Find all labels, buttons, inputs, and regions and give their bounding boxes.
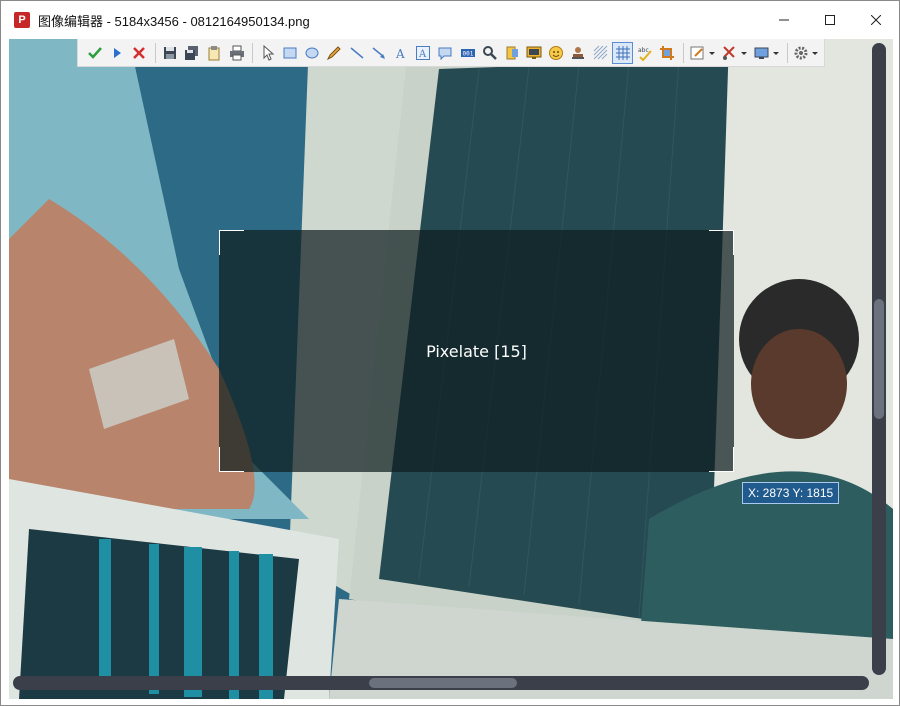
ellipse-tool[interactable] — [302, 42, 323, 64]
print-button[interactable] — [226, 42, 247, 64]
save-icon — [164, 46, 177, 59]
highlight-tool[interactable] — [501, 42, 522, 64]
horizontal-scrollbar[interactable] — [13, 676, 869, 690]
window-title: 图像编辑器 - 5184x3456 - 0812164950134.png — [38, 13, 310, 29]
save-button[interactable] — [160, 42, 181, 64]
minimize-button[interactable] — [761, 1, 807, 39]
print-icon — [229, 45, 244, 60]
pointer-tool[interactable] — [257, 42, 278, 64]
next-button[interactable] — [106, 42, 127, 64]
clipboard-button[interactable] — [204, 42, 225, 64]
textbox-tool[interactable]: A — [413, 42, 434, 64]
svg-text:A: A — [418, 49, 427, 60]
clipboard-icon — [208, 45, 220, 60]
pixelate-selection[interactable]: Pixelate [15] — [219, 230, 734, 472]
toolbar-separator — [154, 42, 156, 63]
blur-icon — [593, 45, 607, 59]
image-canvas[interactable]: A A 001 abc Pixelate [15] X: 2873 Y: 181… — [9, 39, 893, 699]
window-controls — [761, 1, 899, 39]
crop-icon — [660, 45, 675, 60]
selection-label: Pixelate [15] — [426, 341, 527, 361]
cancel-button[interactable] — [128, 42, 149, 64]
toolbar-separator — [682, 42, 684, 63]
text-tool[interactable]: A — [390, 42, 411, 64]
svg-text:001: 001 — [462, 50, 473, 57]
cancel-icon — [133, 46, 145, 59]
stamp-icon — [572, 46, 585, 59]
pencil-icon — [327, 45, 342, 60]
vertical-scrollbar[interactable] — [872, 43, 886, 675]
horizontal-scroll-thumb[interactable] — [369, 678, 517, 688]
tools-menu-icon — [722, 45, 747, 60]
speech-bubble-icon — [438, 47, 452, 60]
cursor-coordinates: X: 2873 Y: 1815 — [742, 482, 840, 504]
save-as-icon — [185, 45, 199, 60]
pixelate-icon — [615, 45, 630, 60]
stamp-tool[interactable] — [568, 42, 589, 64]
magnifier-tool[interactable] — [479, 42, 500, 64]
gear-icon — [794, 46, 819, 59]
emoji-icon — [549, 45, 564, 60]
rectangle-icon — [283, 47, 297, 58]
speech-bubble-tool[interactable] — [435, 42, 456, 64]
textbox-icon: A — [416, 45, 431, 60]
pixelate-tool[interactable] — [612, 41, 634, 64]
highlight-icon — [506, 46, 518, 59]
counter-tool[interactable]: 001 — [457, 42, 478, 64]
pointer-icon — [263, 44, 275, 61]
spellcheck-tool[interactable]: abc — [634, 42, 655, 64]
toolbar-separator — [787, 42, 789, 63]
monitor-tool[interactable] — [523, 42, 544, 64]
edit-menu-icon — [690, 46, 716, 59]
text-icon: A — [395, 47, 405, 61]
maximize-button[interactable] — [807, 1, 853, 39]
title-bar: P 图像编辑器 - 5184x3456 - 0812164950134.png — [1, 1, 899, 39]
monitor-icon — [526, 46, 542, 59]
line-icon — [350, 46, 364, 59]
app-icon: P — [14, 12, 30, 28]
magnifier-icon — [482, 45, 497, 60]
blur-tool[interactable] — [590, 42, 611, 64]
emoji-tool[interactable] — [546, 42, 567, 64]
confirm-icon — [87, 46, 102, 59]
pencil-tool[interactable] — [324, 42, 345, 64]
close-button[interactable] — [853, 1, 899, 39]
image-editor-window: P 图像编辑器 - 5184x3456 - 0812164950134.png — [0, 0, 900, 706]
editor-toolbar: A A 001 abc — [77, 39, 825, 67]
settings-dropdown[interactable] — [792, 42, 823, 64]
arrow-icon — [372, 46, 385, 59]
counter-icon: 001 — [460, 48, 475, 57]
line-tool[interactable] — [346, 42, 367, 64]
svg-text:abc: abc — [638, 47, 649, 54]
crop-tool[interactable] — [657, 42, 678, 64]
tools-menu-dropdown[interactable] — [720, 42, 751, 64]
minimize-icon — [779, 19, 789, 21]
save-as-button[interactable] — [182, 42, 203, 64]
edit-menu-dropdown[interactable] — [688, 42, 719, 64]
spellcheck-icon: abc — [638, 47, 652, 61]
confirm-button[interactable] — [84, 42, 105, 64]
ellipse-icon — [305, 47, 319, 58]
rectangle-tool[interactable] — [279, 42, 300, 64]
toolbar-separator — [252, 42, 254, 63]
next-icon — [113, 47, 121, 58]
arrow-tool[interactable] — [368, 42, 389, 64]
close-icon — [871, 15, 881, 25]
svg-text:A: A — [395, 47, 405, 61]
display-menu-dropdown[interactable] — [751, 42, 782, 64]
maximize-icon — [825, 15, 835, 25]
vertical-scroll-thumb[interactable] — [874, 299, 884, 419]
display-menu-icon — [754, 47, 779, 59]
